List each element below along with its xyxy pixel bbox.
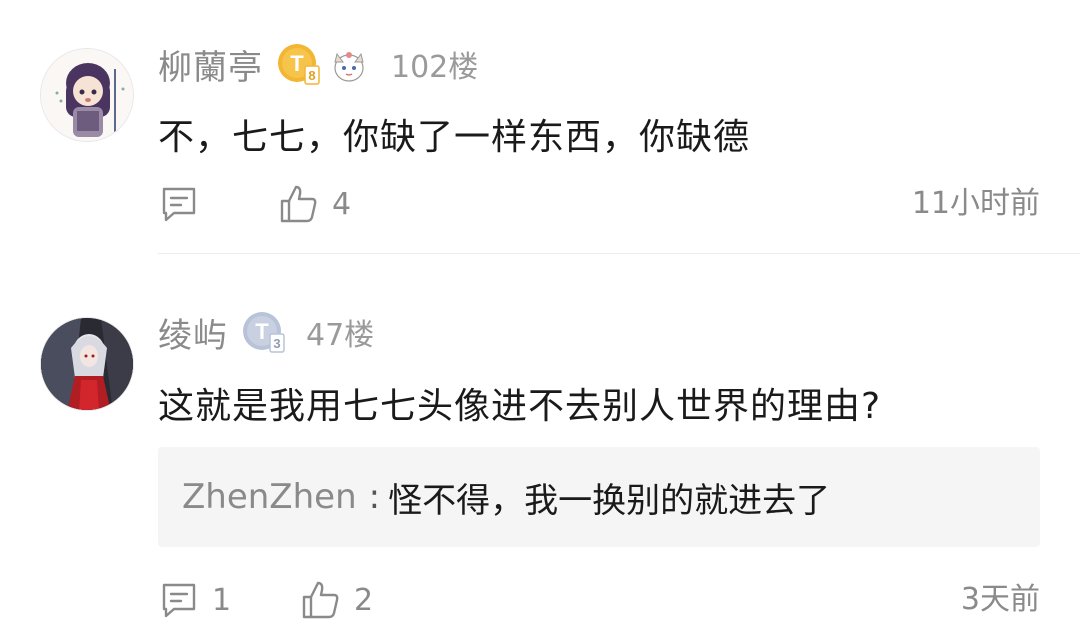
reply-separator: : [368,477,381,517]
comment-header: 绫屿 T 3 47楼 [158,308,375,357]
comment-text: 这就是我用七七头像进不去别人世界的理由? [158,386,882,427]
pet-badge-icon [334,52,364,82]
reply-button[interactable]: 1 [158,578,231,622]
comment-item: 绫屿 T 3 47楼 这就是我用七七头像进不去别人世界的理由? ZhenZhen… [0,255,1080,638]
comment-text: 不，七七，你缺了一样东西，你缺德 [158,117,751,158]
reply-count: 1 [212,582,232,618]
timestamp: 3天前 [960,582,1040,617]
svg-text:8: 8 [308,68,315,83]
reply-text: 怪不得，我一换别的就进去了 [388,480,831,521]
level-badge-icon: T 3 [243,312,285,353]
timestamp: 11小时前 [911,186,1040,221]
divider [158,253,1080,254]
svg-text:T: T [255,319,269,344]
avatar[interactable] [40,48,134,142]
avatar[interactable] [40,317,134,411]
like-count: 2 [354,582,374,618]
avatar-image [41,318,133,410]
floor-number: 102楼 [391,50,479,85]
username[interactable]: 柳蘭亭 [158,40,263,89]
comment-icon [162,583,196,618]
comment-actions: 4 11小时前 [158,182,1040,226]
reply-preview[interactable]: ZhenZhen : 怪不得，我一换别的就进去了 [158,447,1040,547]
svg-text:T: T [290,51,304,76]
comment-list: 柳蘭亭 T 8 102楼 不，七七，你缺了一样东西，你缺德 4 11小时前 绫屿… [0,0,1080,638]
reply-username[interactable]: ZhenZhen [182,477,357,517]
level-badge-icon: T 8 [278,44,320,85]
username[interactable]: 绫屿 [158,308,228,357]
thumbs-up-icon [302,581,339,619]
thumbs-up-icon [280,185,317,223]
comment-icon [162,187,196,222]
comment-item: 柳蘭亭 T 8 102楼 不，七七，你缺了一样东西，你缺德 4 11小时前 [0,0,1080,255]
comment-header: 柳蘭亭 T 8 102楼 [158,40,479,89]
reply-button[interactable] [158,182,212,226]
floor-number: 47楼 [306,318,375,353]
comment-actions: 1 2 3天前 [158,578,1040,622]
avatar-image [41,49,133,141]
svg-text:3: 3 [273,336,280,351]
like-button[interactable]: 4 [278,182,351,226]
like-button[interactable]: 2 [300,578,373,622]
like-count: 4 [332,186,352,222]
